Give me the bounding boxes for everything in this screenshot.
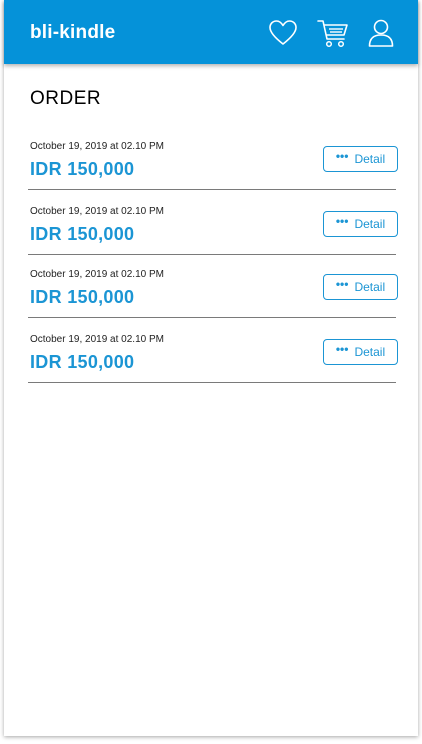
order-row: October 19, 2019 at 02.10 PM IDR 150,000… — [28, 256, 398, 318]
brand-logo[interactable]: bli-kindle — [30, 22, 115, 44]
order-amount: IDR 150,000 — [30, 159, 135, 179]
order-row: October 19, 2019 at 02.10 PM IDR 150,000… — [28, 191, 398, 255]
order-date: October 19, 2019 at 02.10 PM — [30, 334, 164, 345]
wishlist-button[interactable] — [266, 16, 300, 50]
cart-button[interactable] — [316, 16, 350, 50]
detail-button[interactable]: ••• Detail — [323, 274, 398, 300]
detail-button-label: Detail — [354, 345, 386, 359]
user-icon — [368, 19, 394, 47]
order-date: October 19, 2019 at 02.10 PM — [30, 141, 164, 152]
detail-button-label: Detail — [354, 217, 386, 231]
order-date: October 19, 2019 at 02.10 PM — [30, 269, 164, 280]
heart-icon — [269, 20, 297, 45]
more-dots-icon: ••• — [335, 214, 349, 228]
order-amount: IDR 150,000 — [30, 224, 135, 244]
more-dots-icon: ••• — [335, 149, 349, 163]
order-row: October 19, 2019 at 02.10 PM IDR 150,000… — [28, 126, 398, 190]
more-dots-icon: ••• — [335, 342, 349, 356]
order-amount: IDR 150,000 — [30, 352, 135, 372]
page-title: ORDER — [30, 88, 102, 109]
order-date: October 19, 2019 at 02.10 PM — [30, 206, 164, 217]
order-list: October 19, 2019 at 02.10 PM IDR 150,000… — [28, 126, 398, 383]
cart-icon — [317, 20, 348, 48]
detail-button-label: Detail — [354, 280, 386, 294]
phone-frame: bli-kindle ORDER October 19, 2019 at 02.… — [4, 0, 418, 736]
detail-button[interactable]: ••• Detail — [323, 211, 398, 237]
order-content: ORDER October 19, 2019 at 02.10 PM IDR 1… — [28, 88, 398, 384]
profile-button[interactable] — [364, 16, 398, 50]
order-amount: IDR 150,000 — [30, 287, 135, 307]
app-bar: bli-kindle — [4, 0, 418, 64]
detail-button[interactable]: ••• Detail — [323, 146, 398, 172]
detail-button[interactable]: ••• Detail — [323, 339, 398, 365]
order-row: October 19, 2019 at 02.10 PM IDR 150,000… — [28, 319, 398, 383]
more-dots-icon: ••• — [335, 277, 349, 291]
detail-button-label: Detail — [354, 152, 386, 166]
